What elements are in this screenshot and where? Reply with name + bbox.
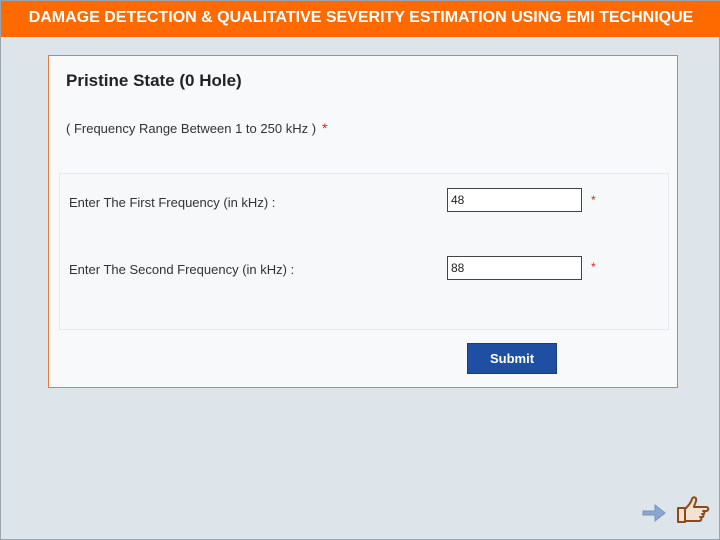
page-header: DAMAGE DETECTION & QUALITATIVE SEVERITY … bbox=[1, 1, 720, 37]
first-frequency-input[interactable]: 48 bbox=[447, 188, 582, 212]
first-frequency-label: Enter The First Frequency (in kHz) : bbox=[69, 195, 276, 210]
page-title: DAMAGE DETECTION & QUALITATIVE SEVERITY … bbox=[28, 9, 694, 26]
second-frequency-label: Enter The Second Frequency (in kHz) : bbox=[69, 262, 295, 277]
panel-title: Pristine State (0 Hole) bbox=[66, 71, 242, 90]
frequency-range-note: ( Frequency Range Between 1 to 250 kHz )… bbox=[66, 120, 327, 136]
second-frequency-input[interactable]: 88 bbox=[447, 256, 582, 280]
arrow-right-icon[interactable] bbox=[641, 501, 667, 525]
submit-button[interactable]: Submit bbox=[467, 343, 557, 374]
range-note-text: ( Frequency Range Between 1 to 250 kHz ) bbox=[66, 121, 317, 136]
required-asterisk: * bbox=[322, 120, 328, 136]
simulation-frame: DAMAGE DETECTION & QUALITATIVE SEVERITY … bbox=[0, 0, 720, 540]
frequency-form: Enter The First Frequency (in kHz) : 48 … bbox=[59, 173, 669, 330]
second-frequency-required-asterisk: * bbox=[591, 260, 596, 274]
navigation-controls bbox=[639, 495, 715, 531]
pointing-hand-icon[interactable] bbox=[675, 495, 711, 525]
first-frequency-required-asterisk: * bbox=[591, 193, 596, 207]
frequency-form-panel: Pristine State (0 Hole) ( Frequency Rang… bbox=[48, 55, 678, 388]
